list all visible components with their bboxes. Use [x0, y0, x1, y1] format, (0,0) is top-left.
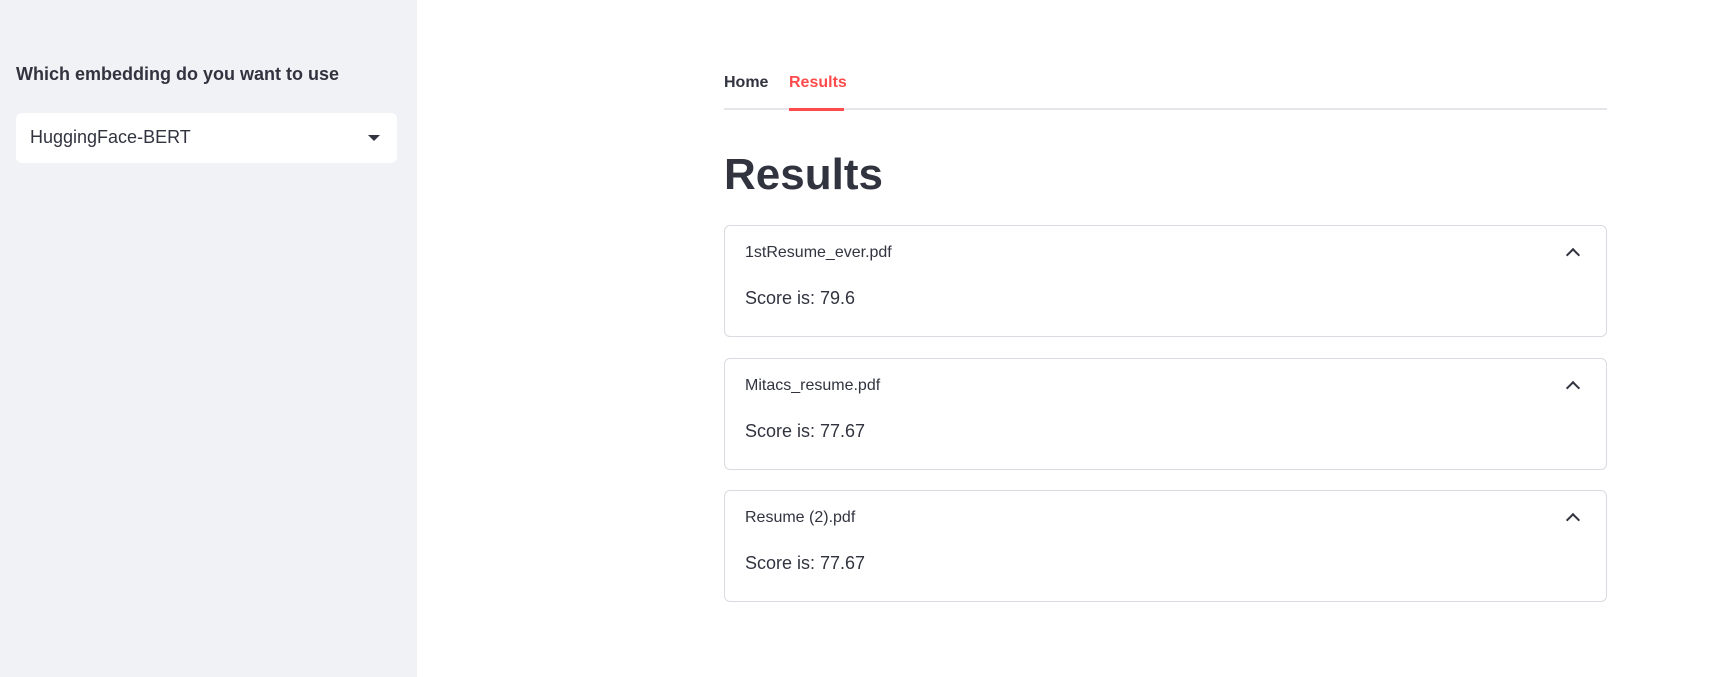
- tab-results[interactable]: Results: [789, 74, 847, 92]
- result-expander-header[interactable]: Resume (2).pdf: [725, 491, 1606, 547]
- embedding-select[interactable]: HuggingFace-BERT: [16, 113, 397, 163]
- result-filename: 1stResume_ever.pdf: [745, 244, 892, 261]
- result-score: Score is: 77.67: [745, 421, 866, 441]
- tab-rail: [724, 108, 1607, 110]
- result-expander-header[interactable]: Mitacs_resume.pdf: [725, 359, 1606, 415]
- result-expander: Mitacs_resume.pdf Score is: 77.67: [724, 358, 1607, 470]
- result-filename: Mitacs_resume.pdf: [745, 377, 881, 394]
- embedding-select-value: HuggingFace-BERT: [30, 127, 191, 147]
- result-score: Score is: 77.67: [745, 553, 866, 573]
- result-expander: Resume (2).pdf Score is: 77.67: [724, 490, 1607, 602]
- caret-down-icon: [368, 135, 380, 141]
- tab-bar: Home Results: [724, 60, 1607, 111]
- result-filename: Resume (2).pdf: [745, 509, 856, 526]
- chevron-up-icon[interactable]: [1565, 247, 1581, 263]
- sidebar: Which embedding do you want to use Huggi…: [0, 0, 417, 677]
- app-root: Which embedding do you want to use Huggi…: [0, 0, 1717, 677]
- result-expander-header[interactable]: 1stResume_ever.pdf: [725, 226, 1606, 282]
- chevron-up-icon[interactable]: [1565, 512, 1581, 528]
- active-tab-indicator: [789, 108, 844, 111]
- chevron-up-icon[interactable]: [1565, 380, 1581, 396]
- result-expander: 1stResume_ever.pdf Score is: 79.6: [724, 225, 1607, 337]
- embedding-select-label: Which embedding do you want to use: [16, 64, 339, 84]
- tab-home[interactable]: Home: [724, 74, 768, 92]
- main-content: Home Results Results 1stResume_ever.pdf …: [417, 0, 1717, 677]
- page-title: Results: [724, 150, 883, 199]
- result-score: Score is: 79.6: [745, 288, 856, 308]
